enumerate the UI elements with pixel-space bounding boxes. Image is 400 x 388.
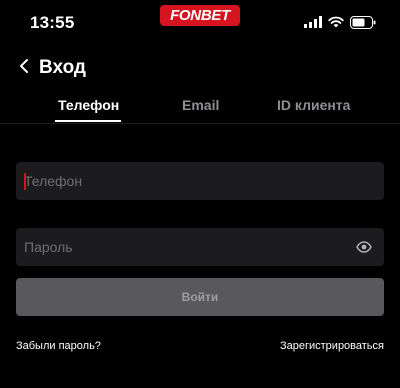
phone-input[interactable]	[24, 162, 344, 200]
status-icons	[304, 14, 376, 30]
header: Вход	[0, 50, 400, 86]
cellular-signal-icon	[304, 16, 322, 28]
back-button[interactable]	[14, 56, 34, 80]
page-title: Вход	[39, 57, 86, 78]
register-link[interactable]: Зарегистрироваться	[280, 340, 384, 352]
tab-client-id[interactable]: ID клиента	[277, 97, 350, 113]
password-field	[16, 228, 384, 266]
chevron-left-icon	[19, 58, 29, 79]
text-cursor	[24, 173, 26, 190]
brand-logo: FONBET	[160, 5, 240, 26]
active-tab-indicator	[55, 120, 121, 122]
phone-field	[16, 162, 384, 200]
status-time: 13:55	[30, 13, 75, 32]
battery-icon	[350, 15, 376, 29]
wifi-icon	[328, 16, 344, 28]
login-button[interactable]: Войти	[16, 278, 384, 316]
tab-email[interactable]: Email	[182, 97, 219, 113]
tab-phone[interactable]: Телефон	[58, 97, 119, 113]
login-method-tabs: Телефон Email ID клиента	[0, 92, 400, 124]
status-bar: 13:55 FONBET	[0, 0, 400, 44]
password-input[interactable]	[24, 228, 344, 266]
forgot-password-link[interactable]: Забыли пароль?	[16, 340, 101, 352]
eye-icon[interactable]	[356, 239, 372, 255]
